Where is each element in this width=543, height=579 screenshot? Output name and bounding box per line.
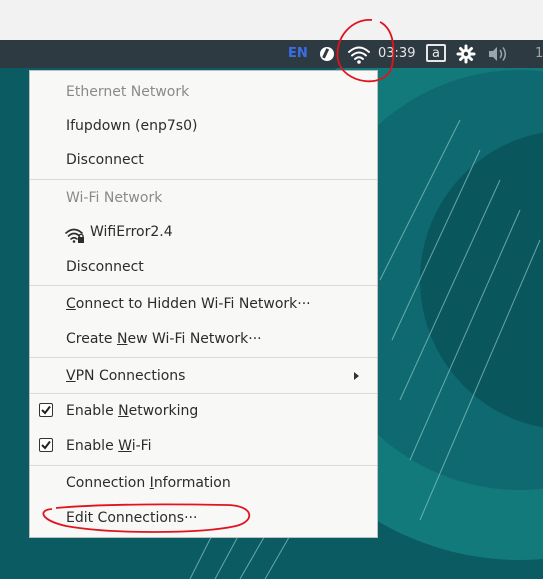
red-annotation-marks xyxy=(42,19,395,533)
